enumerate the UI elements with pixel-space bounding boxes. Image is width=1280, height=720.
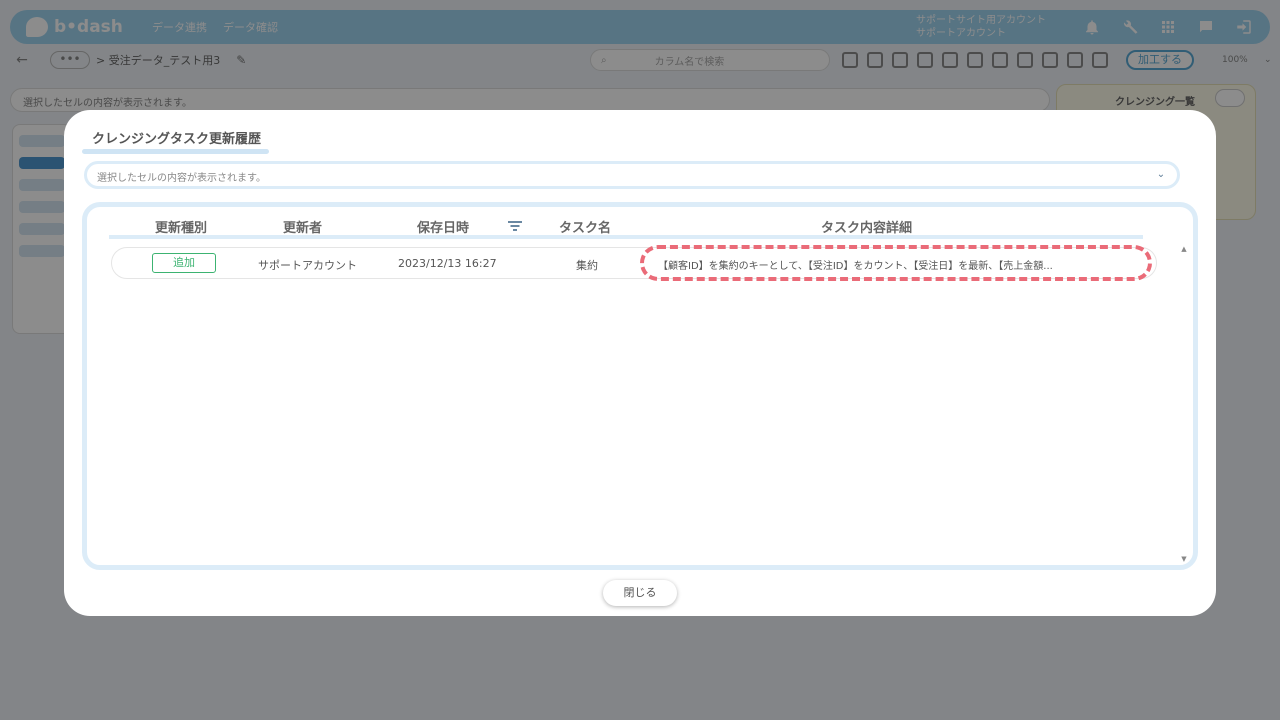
dialog-title: クレンジングタスク更新履歴 [81,128,270,154]
cell-content-field[interactable]: 選択したセルの内容が表示されます。 ⌄ [84,161,1180,189]
filter-icon[interactable] [507,219,523,233]
table-row[interactable]: 追加 サポートアカウント 2023/12/13 16:27 集約 【顧客ID】を… [111,245,1157,281]
saved-at-cell: 2023/12/13 16:27 [398,257,497,270]
close-button[interactable]: 閉じる [603,580,677,606]
scroll-up-icon[interactable]: ▲ [1180,245,1188,253]
task-name-cell: 集約 [576,259,598,272]
updater-cell: サポートアカウント [258,259,357,272]
update-type-badge: 追加 [152,253,216,273]
task-history-dialog: クレンジングタスク更新履歴 選択したセルの内容が表示されます。 ⌄ 更新種別 更… [64,110,1216,616]
task-detail-cell[interactable]: 【顧客ID】を集約のキーとして、【受注ID】をカウント、【受注日】を最新、【売上… [640,245,1152,281]
chevron-down-icon[interactable]: ⌄ [1153,167,1169,183]
col-updater: 更新者 [283,221,323,236]
col-saved-at: 保存日時 [417,221,470,236]
scroll-down-icon[interactable]: ▼ [1180,555,1188,563]
cell-content-placeholder: 選択したセルの内容が表示されます。 [97,173,266,184]
history-table: 更新種別 更新者 保存日時 タスク名 タスク内容詳細 追加 サポートアカウント … [82,202,1198,570]
col-update-type: 更新種別 [155,221,208,236]
table-header: 更新種別 更新者 保存日時 タスク名 タスク内容詳細 [109,213,1143,239]
col-task-detail: タスク内容詳細 [821,221,913,236]
col-task-name: タスク名 [559,221,612,236]
scrollbar[interactable]: ▲ ▼ [1179,245,1189,563]
